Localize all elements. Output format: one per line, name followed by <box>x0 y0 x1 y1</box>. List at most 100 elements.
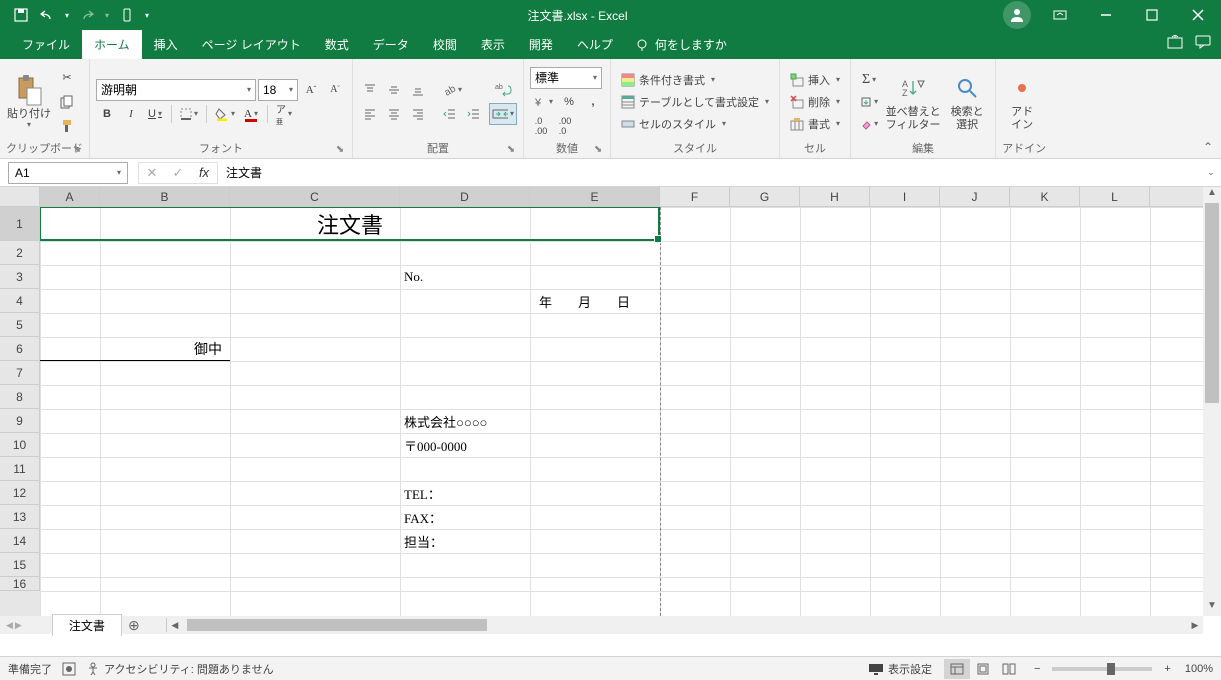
col-header-I[interactable]: I <box>870 187 940 206</box>
clear-button[interactable] <box>857 113 881 135</box>
row-header-15[interactable]: 15 <box>0 553 40 577</box>
accessibility-text[interactable]: アクセシビリティ: 問題ありません <box>104 661 274 677</box>
increase-font-button[interactable]: Aˆ <box>300 79 322 101</box>
wrap-text-button[interactable]: ab <box>489 79 517 101</box>
decrease-indent-button[interactable] <box>439 103 461 125</box>
col-header-F[interactable]: F <box>660 187 730 206</box>
scroll-up-icon[interactable]: ▲ <box>1203 187 1221 203</box>
merge-button[interactable] <box>489 103 517 125</box>
row-header-13[interactable]: 13 <box>0 505 40 529</box>
row-header-12[interactable]: 12 <box>0 481 40 505</box>
row-header-6[interactable]: 6 <box>0 337 40 361</box>
scroll-down-icon[interactable]: ▼ <box>1203 600 1221 616</box>
cell[interactable]: FAX： <box>400 505 660 529</box>
row-header-5[interactable]: 5 <box>0 313 40 337</box>
row-header-10[interactable]: 10 <box>0 433 40 457</box>
border-button[interactable] <box>177 103 201 125</box>
cell[interactable]: 年 月 日 <box>400 289 660 313</box>
col-header-G[interactable]: G <box>730 187 800 206</box>
vertical-scrollbar[interactable]: ▲ ▼ <box>1203 187 1221 616</box>
italic-button[interactable]: I <box>120 103 142 125</box>
font-color-button[interactable]: A <box>240 103 262 125</box>
qat-customize[interactable]: ▾ <box>142 4 152 26</box>
align-bottom-button[interactable] <box>407 79 429 101</box>
bold-button[interactable]: B <box>96 103 118 125</box>
sheet-nav-first-icon[interactable]: ◀ <box>6 620 13 631</box>
accessibility-icon[interactable] <box>86 662 100 676</box>
formula-input[interactable] <box>218 162 1201 184</box>
maximize-icon[interactable] <box>1129 0 1175 30</box>
align-dialog-icon[interactable]: ⬊ <box>505 144 517 156</box>
cell[interactable]: No. <box>400 265 530 289</box>
copy-button[interactable] <box>56 91 78 113</box>
number-dialog-icon[interactable]: ⬊ <box>592 144 604 156</box>
redo-icon[interactable] <box>76 4 98 26</box>
row-header-8[interactable]: 8 <box>0 385 40 409</box>
delete-cells-button[interactable]: 削除 <box>786 91 844 113</box>
tab-help[interactable]: ヘルプ <box>565 30 625 59</box>
minimize-icon[interactable] <box>1083 0 1129 30</box>
share-icon[interactable] <box>1167 35 1183 49</box>
fill-button[interactable] <box>857 91 881 113</box>
new-sheet-button[interactable]: ⊕ <box>122 617 146 634</box>
tab-pagelayout[interactable]: ページ レイアウト <box>190 30 313 59</box>
v-scroll-thumb[interactable] <box>1205 203 1219 403</box>
page-layout-view-button[interactable] <box>970 659 996 679</box>
row-header-9[interactable]: 9 <box>0 409 40 433</box>
scroll-right-icon[interactable]: ▶ <box>1187 618 1203 632</box>
touch-mode-icon[interactable] <box>116 4 138 26</box>
display-settings-icon[interactable] <box>868 663 884 675</box>
tab-insert[interactable]: 挿入 <box>142 30 190 59</box>
normal-view-button[interactable] <box>944 659 970 679</box>
cell-styles-button[interactable]: セルのスタイル <box>617 113 773 135</box>
cut-button[interactable]: ✂ <box>56 67 78 89</box>
cells-canvas[interactable]: 注文書No.年 月 日御中株式会社○○○○〒000-0000TEL：FAX：担当… <box>40 207 1203 616</box>
phonetic-button[interactable]: ア亜 <box>273 103 295 125</box>
row-header-3[interactable]: 3 <box>0 265 40 289</box>
zoom-level[interactable]: 100% <box>1185 663 1213 675</box>
enter-icon[interactable]: ✓ <box>165 163 191 183</box>
scroll-left-icon[interactable]: ◀ <box>167 618 183 632</box>
cell[interactable]: 注文書 <box>40 207 660 241</box>
undo-icon[interactable] <box>36 4 58 26</box>
tab-file[interactable]: ファイル <box>10 30 82 59</box>
cell[interactable]: TEL： <box>400 481 660 505</box>
undo-dd[interactable]: ▾ <box>62 4 72 26</box>
format-painter-button[interactable] <box>56 115 78 137</box>
row-header-2[interactable]: 2 <box>0 241 40 265</box>
col-header-L[interactable]: L <box>1080 187 1150 206</box>
col-header-D[interactable]: D <box>400 187 530 206</box>
addin-button[interactable]: アド イン <box>1002 64 1042 140</box>
row-header-4[interactable]: 4 <box>0 289 40 313</box>
row-header-14[interactable]: 14 <box>0 529 40 553</box>
select-all-button[interactable] <box>0 187 40 207</box>
zoom-in-button[interactable]: + <box>1160 663 1174 675</box>
ribbon-options-icon[interactable] <box>1037 0 1083 30</box>
row-header-16[interactable]: 16 <box>0 577 40 591</box>
zoom-slider[interactable] <box>1052 667 1152 671</box>
underline-button[interactable]: U <box>144 103 166 125</box>
horizontal-scrollbar[interactable]: ◀ ▶ <box>166 618 1203 632</box>
col-header-E[interactable]: E <box>530 187 660 206</box>
cell[interactable]: 御中 <box>100 337 230 361</box>
format-as-table-button[interactable]: テーブルとして書式設定 <box>617 91 773 113</box>
row-header-1[interactable]: 1 <box>0 207 40 241</box>
page-break-view-button[interactable] <box>996 659 1022 679</box>
close-icon[interactable] <box>1175 0 1221 30</box>
tellme[interactable]: 何をしますか <box>625 30 737 59</box>
col-header-C[interactable]: C <box>230 187 400 206</box>
font-size-combo[interactable]: 18▾ <box>258 79 298 101</box>
display-settings[interactable]: 表示設定 <box>888 661 932 677</box>
expand-formula-icon[interactable]: ⌄ <box>1201 167 1221 178</box>
tab-formulas[interactable]: 数式 <box>313 30 361 59</box>
clipboard-dialog-icon[interactable]: ⬊ <box>71 144 83 156</box>
col-header-J[interactable]: J <box>940 187 1010 206</box>
tab-home[interactable]: ホーム <box>82 30 142 59</box>
comments-icon[interactable] <box>1195 35 1211 49</box>
cell[interactable]: 〒000-0000 <box>400 433 660 457</box>
sheet-nav-last-icon[interactable]: ▶ <box>15 620 22 631</box>
row-header-11[interactable]: 11 <box>0 457 40 481</box>
fx-icon[interactable]: fx <box>191 163 217 183</box>
sheet-tab[interactable]: 注文書 <box>52 614 122 636</box>
format-cells-button[interactable]: 書式 <box>786 113 844 135</box>
